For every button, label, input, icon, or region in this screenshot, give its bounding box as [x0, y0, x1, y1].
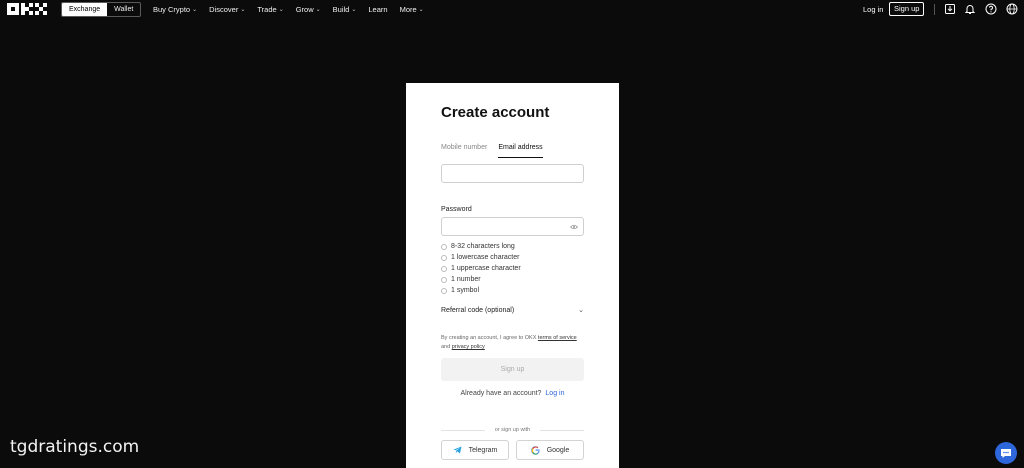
tab-email-address[interactable]: Email address	[498, 144, 543, 158]
referral-code-toggle[interactable]: Referral code (optional) ⌄	[441, 306, 584, 315]
already-have-account: Already have an account? Log in	[460, 390, 565, 397]
terms-text: By creating an account, I agree to OKX t…	[441, 335, 577, 350]
email-field[interactable]	[441, 164, 584, 183]
globe-icon[interactable]	[1006, 3, 1018, 15]
radio-circle-icon	[441, 243, 447, 250]
chevron-down-icon: ⌄	[240, 7, 246, 13]
requirement-uppercase: 1 uppercase character	[441, 263, 521, 274]
chat-icon	[1001, 448, 1011, 458]
nav-more[interactable]: More ⌄	[400, 5, 424, 14]
bell-icon[interactable]	[964, 3, 976, 15]
google-icon	[530, 445, 540, 455]
chevron-down-icon: ⌄	[351, 7, 357, 13]
exchange-mode-button[interactable]: Exchange	[62, 3, 108, 16]
nav-build[interactable]: Build ⌄	[333, 5, 357, 14]
password-field[interactable]	[441, 217, 584, 236]
site-watermark: tgdratings.com	[10, 437, 140, 457]
terms-of-service-link[interactable]: terms of service	[538, 335, 577, 341]
radio-circle-icon	[441, 287, 447, 294]
signup-button[interactable]: Sign up	[441, 358, 584, 381]
help-icon[interactable]	[985, 3, 997, 15]
chevron-down-icon: ⌄	[192, 7, 198, 13]
privacy-policy-link[interactable]: privacy policy	[452, 344, 485, 350]
login-link[interactable]: Log in	[863, 5, 883, 14]
requirement-length: 8-32 characters long	[441, 241, 521, 252]
radio-circle-icon	[441, 254, 447, 261]
nav-grow[interactable]: Grow ⌄	[296, 5, 321, 14]
tab-mobile-number[interactable]: Mobile number	[441, 144, 487, 158]
chevron-down-icon: ⌄	[578, 307, 584, 314]
password-label: Password	[441, 206, 472, 213]
top-navigation: Exchange Wallet Buy Crypto ⌄ Discover ⌄ Tr…	[0, 0, 1024, 19]
okx-logo[interactable]	[7, 3, 48, 16]
or-divider: or sign up with	[441, 427, 584, 433]
signup-header-button[interactable]: Sign up	[889, 2, 925, 16]
nav-buy-crypto[interactable]: Buy Crypto ⌄	[153, 5, 197, 14]
signup-card: Create account Mobile number Email addre…	[406, 83, 619, 468]
download-icon[interactable]	[944, 3, 956, 15]
nav-learn[interactable]: Learn	[368, 5, 387, 14]
mode-switch: Exchange Wallet	[61, 2, 142, 17]
password-requirements: 8-32 characters long 1 lowercase charact…	[441, 241, 521, 296]
page-title: Create account	[441, 104, 550, 121]
telegram-signup-button[interactable]: Telegram	[441, 440, 509, 460]
nav-discover[interactable]: Discover ⌄	[209, 5, 245, 14]
google-signup-button[interactable]: Google	[516, 440, 584, 460]
chevron-down-icon: ⌄	[418, 7, 424, 13]
nav-trade[interactable]: Trade ⌄	[257, 5, 283, 14]
referral-label: Referral code (optional)	[441, 306, 515, 314]
radio-circle-icon	[441, 276, 447, 283]
chat-support-button[interactable]	[995, 442, 1017, 464]
wallet-mode-button[interactable]: Wallet	[107, 3, 140, 16]
nav-divider	[934, 4, 935, 15]
requirement-number: 1 number	[441, 274, 521, 285]
eye-icon[interactable]	[570, 224, 578, 230]
chevron-down-icon: ⌄	[315, 7, 321, 13]
radio-circle-icon	[441, 265, 447, 272]
telegram-icon	[453, 446, 462, 454]
signup-method-tabs: Mobile number Email address	[441, 144, 554, 158]
requirement-symbol: 1 symbol	[441, 285, 521, 296]
main-nav: Buy Crypto ⌄ Discover ⌄ Trade ⌄ Grow ⌄ Build…	[153, 0, 436, 19]
login-link-card[interactable]: Log in	[545, 390, 564, 397]
chevron-down-icon: ⌄	[278, 7, 284, 13]
requirement-lowercase: 1 lowercase character	[441, 252, 521, 263]
